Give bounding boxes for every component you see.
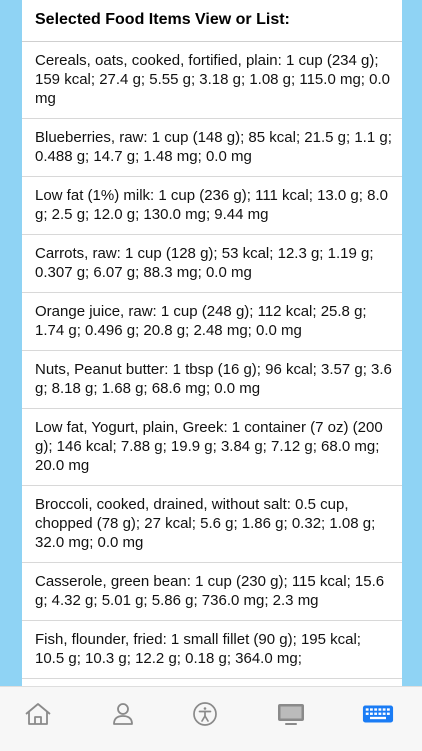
- list-item[interactable]: Blueberries, raw: 1 cup (148 g); 85 kcal…: [22, 119, 402, 177]
- tab-profile[interactable]: [107, 701, 139, 727]
- list-item[interactable]: Carrots, raw: 1 cup (128 g); 53 kcal; 12…: [22, 235, 402, 293]
- list-item[interactable]: Broccoli, cooked, drained, without salt:…: [22, 486, 402, 563]
- tab-bar: [0, 686, 422, 751]
- tab-display[interactable]: [275, 701, 307, 727]
- list-item[interactable]: Low fat (1%) milk: 1 cup (236 g); 111 kc…: [22, 177, 402, 235]
- list-item[interactable]: Orange juice, raw: 1 cup (248 g); 112 kc…: [22, 293, 402, 351]
- list-title: Selected Food Items View or List:: [22, 0, 402, 42]
- home-icon: [25, 703, 51, 725]
- person-icon: [113, 703, 133, 725]
- display-icon: [278, 704, 304, 725]
- keyboard-icon: [362, 705, 394, 723]
- accessibility-icon: [193, 702, 217, 726]
- list-item[interactable]: Fish, flounder, fried: 1 small fillet (9…: [22, 621, 402, 679]
- list-item[interactable]: Low fat, Yogurt, plain, Greek: 1 contain…: [22, 409, 402, 486]
- list-item[interactable]: Nuts, Peanut butter: 1 tbsp (16 g); 96 k…: [22, 351, 402, 409]
- tab-keyboard[interactable]: [362, 701, 394, 727]
- list-item[interactable]: Casserole, green bean: 1 cup (230 g); 11…: [22, 563, 402, 621]
- list-item[interactable]: Cereals, oats, cooked, fortified, plain:…: [22, 42, 402, 119]
- tab-home[interactable]: [22, 701, 54, 727]
- tab-accessibility[interactable]: [189, 701, 221, 727]
- food-list: Cereals, oats, cooked, fortified, plain:…: [22, 42, 402, 679]
- food-list-panel: Selected Food Items View or List: Cereal…: [22, 0, 402, 686]
